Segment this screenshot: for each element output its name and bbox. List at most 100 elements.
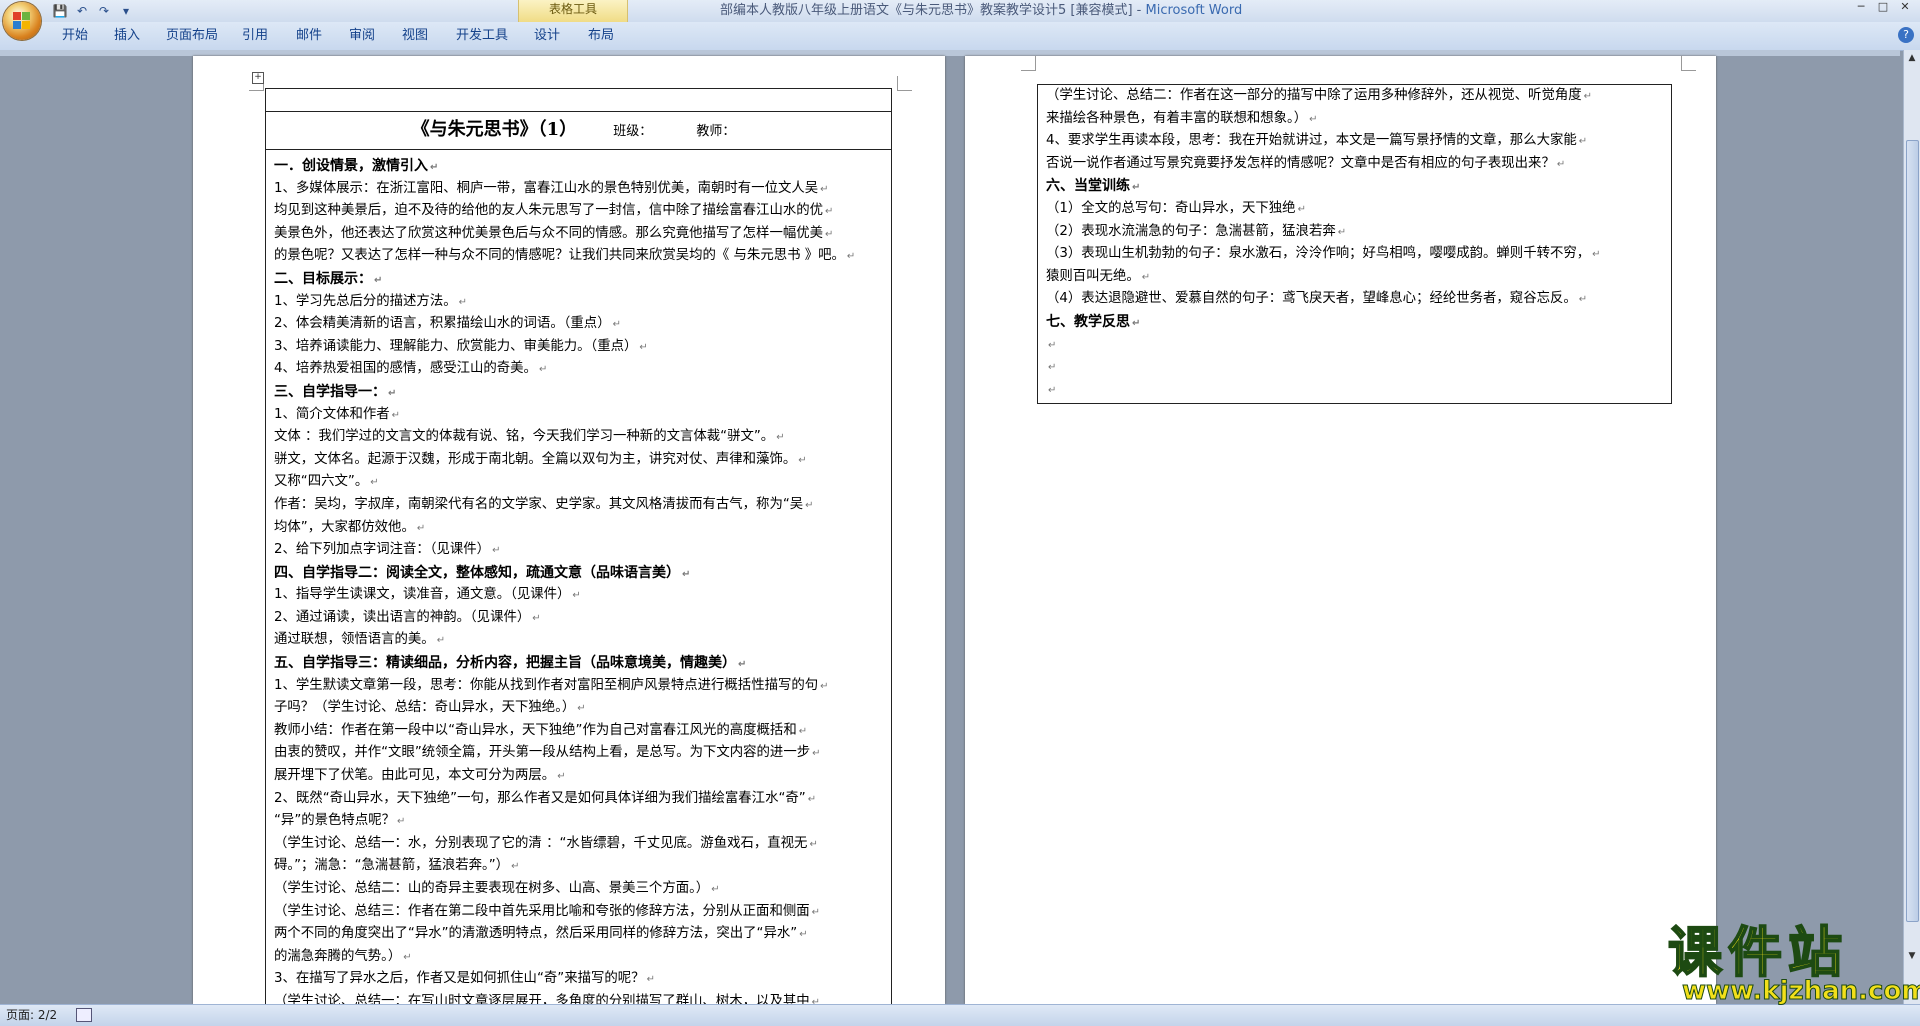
paragraph-mark-icon: ↵ (1048, 339, 1057, 351)
window-title: 部编本人教版八年级上册语文《与朱元思书》教案教学设计5 [兼容模式] - Mic… (720, 0, 1320, 22)
tab-developer[interactable]: 开发工具 (452, 26, 512, 46)
paragraph-mark-icon: ↵ (1297, 203, 1306, 215)
paragraph-mark-icon: ↵ (776, 432, 785, 444)
line-text: 子吗？（学生讨论、总结：奇山异水，天下独绝。） (274, 700, 576, 716)
minimize-button[interactable]: ─ (1850, 0, 1872, 16)
document-title: 部编本人教版八年级上册语文《与朱元思书》教案教学设计5 [兼容模式] - (720, 3, 1146, 18)
proofing-icon[interactable] (76, 1008, 92, 1022)
section-heading: 四、自学指导二：阅读全文，整体感知，疏通文意（品味语言美） ↵ (274, 562, 884, 585)
paragraph-line: 1、简介文体和作者 ↵ (274, 404, 884, 427)
paragraph-mark-icon: ↵ (812, 748, 821, 760)
table-tools-context-label: 表格工具 (518, 0, 628, 22)
line-text: 二、目标展示： (274, 270, 372, 287)
paragraph-line: 两个不同的角度突出了“异水”的清澈透明特点，然后采用同样的修辞方法，突出了“异水… (274, 923, 884, 946)
lesson-table-continued: （学生讨论、总结二：作者在这一部分的描写中除了运用多种修辞外，还从视觉、听觉角度… (1037, 84, 1672, 404)
paragraph-line: （学生讨论、总结三：作者在第二段中首先采用比喻和夸张的修辞方法，分别从正面和侧面… (274, 901, 884, 924)
page-count-status[interactable]: 页面: 2/2 (6, 1007, 57, 1023)
tab-mailings[interactable]: 邮件 (292, 26, 326, 46)
paragraph-mark-icon: ↵ (374, 274, 383, 286)
line-text: 1、学习先总后分的描述方法。 (274, 293, 457, 309)
line-text: 3、培养诵读能力、理解能力、欣赏能力、审美能力。（重点） (274, 338, 638, 354)
help-icon[interactable]: ? (1898, 27, 1914, 43)
paragraph-line: 1、多媒体展示：在浙江富阳、桐庐一带，富春江山水的景色特别优美，南朝时有一位文人… (274, 178, 884, 201)
paragraph-mark-icon: ↵ (370, 477, 379, 489)
scroll-thumb[interactable] (1906, 140, 1919, 922)
line-text: 骈文，文体名。起源于汉魏，形成于南北朝。全篇以双句为主，讲究对仗、声律和藻饰。 (274, 451, 797, 467)
paragraph-mark-icon: ↵ (430, 162, 439, 173)
line-text: 4、培养热爱祖国的感情，感受江山的奇美。 (274, 361, 537, 377)
window-controls: ─ □ ✕ (1850, 0, 1916, 16)
paragraph-line: 来描绘各种景色，有着丰富的联想和想象。） ↵ (1046, 108, 1666, 131)
line-text: 又称“四六文”。 (274, 474, 369, 490)
line-text: 六、当堂训练 (1046, 178, 1130, 195)
tab-references[interactable]: 引用 (238, 26, 272, 46)
scroll-up-icon[interactable]: ▲ (1906, 52, 1918, 64)
lesson-body: 一．创设情景，激情引入 ↵ 1、多媒体展示：在浙江富阳、桐庐一带，富春江山水的景色特… (274, 155, 884, 1004)
line-text: （学生讨论、总结一：在写山时文章逐层展开，多角度的分别描写了群山、树木，以及其中 (274, 993, 810, 1004)
paragraph-line: 通过联想，领悟语言的美。 ↵ (274, 629, 884, 652)
line-text: （2）表现水流湍急的句子：急湍甚箭，猛浪若奔 (1046, 223, 1336, 239)
paragraph-mark-icon: ↵ (391, 409, 401, 421)
paragraph-mark-icon: ↵ (416, 522, 426, 534)
paragraph-mark-icon: ↵ (805, 499, 814, 511)
paragraph-line: 的湍急奔腾的气势。） ↵ (274, 946, 884, 969)
maximize-button[interactable]: □ (1872, 0, 1894, 16)
paragraph-line: ↵ (1046, 356, 1666, 379)
redo-icon[interactable]: ↷ (96, 3, 112, 19)
lesson-body-continued: （学生讨论、总结二：作者在这一部分的描写中除了运用多种修辞外，还从视觉、听觉角度… (1046, 85, 1666, 401)
document-page-2[interactable]: （学生讨论、总结二：作者在这一部分的描写中除了运用多种修辞外，还从视觉、听觉角度… (965, 56, 1716, 1004)
paragraph-line: 由衷的赞叹，并作“文眼”统领全篇，开头第一段从结构上看，是总写。为下文内容的进一… (274, 742, 884, 765)
paragraph-mark-icon: ↵ (646, 974, 655, 986)
paragraph-line: 2、体会精美清新的语言，积累描绘山水的词语。（重点） ↵ (274, 313, 884, 336)
paragraph-line: 4、培养热爱祖国的感情，感受江山的奇美。 ↵ (274, 358, 884, 381)
paragraph-line: （学生讨论、总结二：山的奇异主要表现在树多、山高、景美三个方面。） ↵ (274, 878, 884, 901)
line-text: 2、体会精美清新的语言，积累描绘山水的词语。（重点） (274, 316, 611, 332)
paragraph-mark-icon: ↵ (798, 725, 808, 737)
vertical-scrollbar[interactable]: ▲ ▼ (1903, 50, 1920, 1004)
tab-view[interactable]: 视图 (398, 26, 432, 46)
paragraph-line: 1、指导学生读课文，读准音，通文意。（见课件） ↵ (274, 584, 884, 607)
tab-review[interactable]: 审阅 (345, 26, 379, 46)
class-label: 班级： (613, 124, 653, 139)
paragraph-mark-icon: ↵ (738, 659, 747, 671)
paragraph-line: 2、通过诵读，读出语言的神韵。（见课件） ↵ (274, 607, 884, 630)
paragraph-mark-icon: ↵ (639, 341, 648, 353)
paragraph-mark-icon: ↵ (809, 838, 818, 850)
line-text: 均体”，大家都仿效他。 (274, 519, 415, 535)
paragraph-line: 4、要求学生再读本段，思考：我在开始就讲过，本文是一篇写景抒情的文章，那么大家能… (1046, 130, 1666, 153)
paragraph-line: 均体”，大家都仿效他。 ↵ (274, 517, 884, 540)
close-button[interactable]: ✕ (1894, 0, 1916, 16)
save-icon[interactable]: 💾 (52, 3, 68, 19)
tab-page-layout[interactable]: 页面布局 (162, 26, 222, 46)
paragraph-mark-icon: ↵ (682, 568, 691, 580)
line-text: 1、多媒体展示：在浙江富阳、桐庐一带，富春江山水的景色特别优美，南朝时有一位文人… (274, 180, 819, 196)
tab-design[interactable]: 设计 (530, 26, 564, 46)
paragraph-line: 作者：吴均，字叔庠，南朝梁代有名的文学家、史学家。其文风格清拔而有古气，称为“吴… (274, 494, 884, 517)
line-text: （4）表达退隐避世、爱慕自然的句子：鸢飞戾天者，望峰息心；经纶世务者，窥谷忘反。 (1046, 291, 1577, 307)
paragraph-mark-icon: ↵ (388, 387, 397, 399)
paragraph-line: 猿则百叫无绝。 ↵ (1046, 266, 1666, 289)
paragraph-mark-icon: ↵ (820, 680, 829, 692)
paragraph-line: （3）表现山生机勃勃的句子：泉水激石，泠泠作响；好鸟相鸣，嘤嘤成韵。蝉则千转不穷… (1046, 243, 1666, 266)
line-text: （学生讨论、总结二：山的奇异主要表现在树多、山高、景美三个方面。） (274, 881, 710, 896)
paragraph-line: ↵ (1046, 379, 1666, 402)
tab-layout[interactable]: 布局 (584, 26, 618, 46)
document-page-1[interactable]: + 《与朱元思书》（1） 班级： 教师： 一．创设情景，激情引入 ↵ 1、多媒体展示… (193, 56, 945, 1004)
table-move-handle-icon[interactable]: + (252, 72, 264, 84)
tab-home[interactable]: 开始 (58, 26, 92, 46)
paragraph-line: （2）表现水流湍急的句子：急湍甚箭，猛浪若奔 ↵ (1046, 221, 1666, 244)
tab-insert[interactable]: 插入 (110, 26, 144, 46)
paragraph-line: 2、既然“奇山异水，天下独绝”一句，那么作者又是如何具体详细为我们描绘富春江水“… (274, 788, 884, 811)
paragraph-mark-icon: ↵ (492, 545, 501, 557)
undo-icon[interactable]: ↶ (74, 3, 90, 19)
section-heading: 三、自学指导一： ↵ (274, 381, 884, 404)
paragraph-mark-icon: ↵ (1132, 182, 1141, 194)
paragraph-line: （学生讨论、总结一：水，分别表现了它的清 ：“水皆缥碧，千丈见底。游鱼戏石，直视… (274, 833, 884, 856)
line-text: 两个不同的角度突出了“异水”的清澈透明特点，然后采用同样的修辞方法，突出了“异水… (274, 926, 798, 942)
paragraph-mark-icon: ↵ (1578, 136, 1588, 148)
office-button[interactable] (3, 2, 41, 40)
crop-mark (1681, 56, 1696, 71)
teacher-label: 教师： (696, 124, 736, 139)
customize-qat-icon[interactable]: ▾ (118, 3, 134, 19)
paragraph-mark-icon: ↵ (820, 183, 829, 195)
